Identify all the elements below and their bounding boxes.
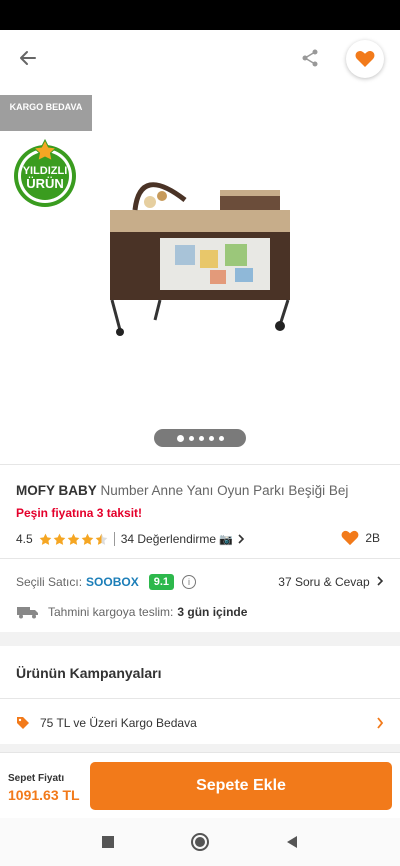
brand-name[interactable]: MOFY BABY — [16, 483, 97, 498]
campaigns-title: Ürünün Kampanyaları — [16, 665, 162, 681]
chevron-right-icon — [377, 576, 384, 586]
pager-dot[interactable] — [218, 435, 224, 441]
heart-icon — [341, 530, 359, 546]
section-gap — [0, 632, 400, 646]
chevron-right-icon[interactable] — [237, 534, 245, 544]
installment-text: Peşin fiyatına 3 taksit! — [16, 506, 143, 520]
price-value: 1091.63 TL — [8, 787, 80, 803]
share-icon — [302, 49, 318, 67]
product-name: Number Anne Yanı Oyun Parkı Beşiği Bej — [100, 483, 349, 498]
rating-row: 4.5 34 Değerlendirme 📷 2B — [16, 530, 384, 548]
questions-label: 37 Soru & Cevap — [278, 575, 370, 589]
product-image — [110, 182, 290, 336]
top-bar — [0, 30, 400, 86]
campaign-label: 75 TL ve Üzeri Kargo Bedava — [40, 716, 197, 730]
tag-icon — [17, 717, 29, 729]
share-button[interactable] — [296, 44, 324, 72]
seller-name[interactable]: SOOBOX — [86, 575, 139, 589]
star-icon — [81, 533, 94, 545]
star-icon — [67, 533, 80, 545]
status-bar — [0, 0, 400, 30]
pager-dot[interactable] — [208, 435, 214, 441]
delivery-row: Tahmini kargoya teslim: 3 gün içinde — [16, 603, 384, 621]
favorite-button[interactable] — [346, 40, 384, 78]
pager-dot[interactable] — [176, 434, 184, 442]
back-button[interactable] — [14, 44, 42, 72]
heart-icon — [355, 51, 375, 67]
product-title: MOFY BABY Number Anne Yanı Oyun Parkı Be… — [16, 482, 386, 500]
campaign-item[interactable]: 75 TL ve Üzeri Kargo Bedava — [16, 713, 384, 733]
divider — [0, 698, 400, 699]
badge-line2: ÜRÜN — [26, 176, 64, 191]
info-icon[interactable]: i — [182, 575, 197, 589]
cart-bar: Sepet Fiyatı 1091.63 TL Sepete Ekle — [0, 752, 400, 818]
pager-dot[interactable] — [188, 435, 194, 441]
questions-link[interactable]: 37 Soru & Cevap — [278, 575, 384, 589]
likes-count: 2B — [365, 531, 380, 545]
seller-score-badge: 9.1 — [148, 574, 175, 590]
half-star-icon — [95, 533, 108, 545]
rating-stars — [39, 533, 108, 546]
recents-button[interactable] — [100, 834, 116, 850]
featured-product-badge: YILDIZLI ÜRÜN — [14, 138, 76, 207]
home-button[interactable] — [190, 832, 210, 852]
delivery-days: 3 gün içinde — [177, 605, 248, 619]
divider — [0, 464, 400, 465]
seller-label: Seçili Satıcı: — [16, 575, 83, 589]
price-label: Sepet Fiyatı — [8, 773, 65, 784]
seller-row: Seçili Satıcı: SOOBOX 9.1 i 37 Soru & Ce… — [16, 572, 384, 592]
image-pager[interactable] — [154, 429, 246, 447]
reviews-link[interactable]: 34 Değerlendirme — [113, 532, 216, 546]
chevron-right-icon — [377, 717, 384, 729]
section-gap — [0, 744, 400, 752]
free-shipping-badge: KARGO BEDAVA — [0, 95, 92, 131]
truck-icon — [17, 607, 38, 619]
delivery-label: Tahmini kargoya teslim: — [48, 605, 174, 619]
star-icon — [53, 533, 66, 545]
star-icon — [39, 533, 52, 545]
add-to-cart-button[interactable]: Sepete Ekle — [90, 762, 392, 810]
camera-icon: 📷 — [219, 533, 233, 546]
pager-dot[interactable] — [198, 435, 204, 441]
back-nav-button[interactable] — [284, 834, 300, 850]
rating-value: 4.5 — [16, 532, 33, 546]
divider — [0, 558, 400, 559]
android-nav-bar — [0, 818, 400, 866]
back-arrow-icon — [20, 51, 36, 65]
likes[interactable]: 2B — [341, 530, 380, 546]
